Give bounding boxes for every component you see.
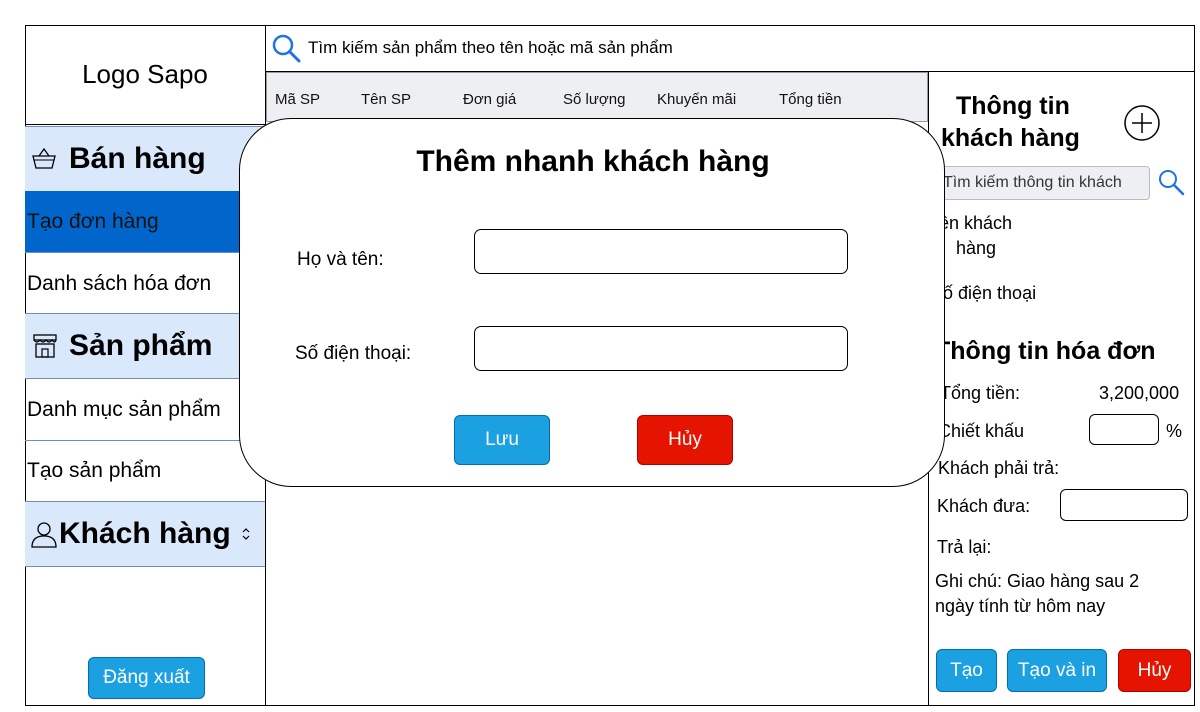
add-circle-icon[interactable] (1121, 102, 1163, 144)
chevron-up-down-icon[interactable] (241, 527, 251, 541)
sidebar-group-label: Bán hàng (69, 142, 206, 175)
discount-label: Chiết khấu (938, 421, 1025, 441)
customer-panel-title-2: khách hàng (941, 124, 1080, 152)
sidebar-item-invoice-list[interactable]: Danh sách hóa đơn (25, 253, 265, 315)
customer-search-input[interactable]: Tìm kiếm thông tin khách (937, 166, 1150, 200)
cancel-button[interactable]: Hủy (637, 415, 733, 465)
create-print-button[interactable]: Tạo và in (1007, 649, 1107, 692)
search-input[interactable]: Tìm kiếm sản phẩm theo tên hoặc mã sản p… (308, 38, 673, 58)
paid-label: Khách đưa: (937, 496, 1031, 516)
paid-input[interactable] (1060, 489, 1188, 521)
change-label: Trả lại: (937, 537, 992, 557)
phone-label: Số điện thoại: (295, 343, 412, 364)
name-input[interactable] (474, 229, 848, 274)
total-label: Tổng tiền: (940, 383, 1021, 403)
sidebar-item-product-catalog[interactable]: Danh mục sản phẩm (25, 379, 265, 441)
customer-name-label-2: hàng (956, 238, 997, 258)
customer-phone-label: ố điện thoại (943, 283, 1037, 303)
quick-add-customer-modal: Thêm nhanh khách hàng Họ và tên: Số điện… (239, 118, 945, 487)
search-icon (270, 32, 302, 64)
sidebar-item-create-product[interactable]: Tạo sản phẩm (25, 440, 265, 502)
note-line-1: Ghi chú: Giao hàng sau 2 (935, 571, 1140, 591)
percent-sign: % (1166, 421, 1183, 441)
column-header: Tổng tiền (779, 91, 842, 108)
phone-input[interactable] (474, 326, 848, 371)
user-icon (29, 520, 59, 548)
product-search-bar[interactable]: Tìm kiếm sản phẩm theo tên hoặc mã sản p… (266, 25, 1195, 72)
sidebar-group-sales[interactable]: Bán hàng (25, 126, 265, 192)
column-header: Khuyến mãi (657, 91, 737, 108)
column-header: Đơn giá (463, 91, 517, 108)
sidebar-group-label: Khách hàng (59, 517, 231, 550)
sidebar: Logo Sapo Bán hàng Tạo đơn hàng Danh sác… (25, 25, 266, 706)
order-table-header: Mã SP Tên SP Đơn giá Số lượng Khuyến mãi… (266, 72, 928, 122)
store-icon (31, 332, 59, 360)
sidebar-group-customers[interactable]: Khách hàng (25, 501, 265, 567)
column-header: Số lượng (563, 91, 626, 108)
sidebar-item-create-order[interactable]: Tạo đơn hàng (25, 191, 265, 253)
save-button[interactable]: Lưu (454, 415, 550, 465)
customer-panel-title-1: Thông tin (956, 92, 1070, 120)
note-line-2: ngày tính từ hôm nay (935, 596, 1106, 616)
invoice-panel-title: Thông tin hóa đơn (935, 337, 1156, 365)
discount-input[interactable] (1089, 414, 1159, 445)
create-button[interactable]: Tạo (936, 649, 997, 692)
sidebar-group-label: Sản phẩm (69, 329, 213, 362)
sidebar-group-products[interactable]: Sản phẩm (25, 313, 265, 379)
shopping-basket-icon (31, 148, 57, 170)
column-header: Tên SP (361, 91, 412, 108)
cancel-invoice-button[interactable]: Hủy (1118, 649, 1191, 692)
modal-title: Thêm nhanh khách hàng (416, 145, 770, 178)
column-header: Mã SP (275, 91, 321, 108)
logout-button[interactable]: Đăng xuất (88, 657, 205, 699)
customer-name-label: ên khách (939, 213, 1013, 233)
total-value: 3,200,000 (1099, 383, 1180, 403)
logo: Logo Sapo (25, 25, 265, 125)
name-label: Họ và tên: (297, 249, 384, 270)
payable-label: Khách phải trả: (938, 458, 1060, 478)
search-icon[interactable] (1156, 167, 1186, 197)
